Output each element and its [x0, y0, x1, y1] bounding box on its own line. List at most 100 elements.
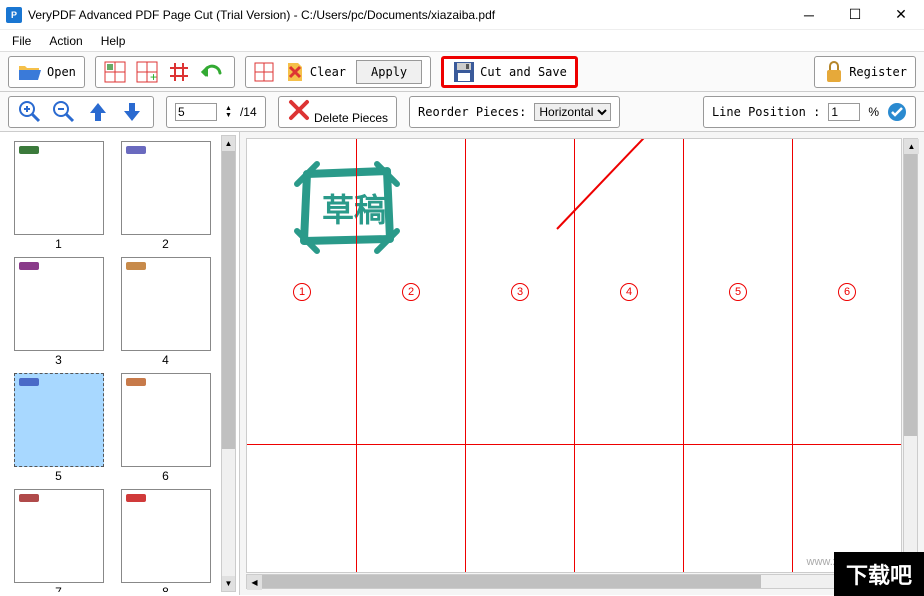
page-down-icon[interactable] — [119, 99, 145, 125]
group-reorder: Reorder Pieces: Horizontal — [409, 96, 620, 128]
cut-line-v[interactable] — [683, 139, 684, 572]
thumbnail-label: 4 — [162, 353, 169, 367]
thumbnail-page[interactable] — [121, 141, 211, 235]
group-page: ▲▼ /14 — [166, 96, 266, 128]
menu-action[interactable]: Action — [41, 32, 90, 50]
line-pos-input[interactable] — [828, 103, 860, 121]
cut-line-v[interactable] — [792, 139, 793, 572]
cut-line-v[interactable] — [574, 139, 575, 572]
close-button[interactable]: ✕ — [878, 0, 924, 30]
register-button[interactable]: Register — [823, 60, 907, 84]
delete-x-icon — [287, 98, 311, 122]
thumbnail-label: 5 — [55, 469, 62, 483]
page-spin-down[interactable]: ▼ — [225, 112, 232, 119]
thumbnail-page[interactable] — [14, 373, 104, 467]
zoom-in-icon[interactable] — [17, 99, 43, 125]
thumbnail[interactable]: 3 — [9, 257, 108, 367]
thumbnail[interactable]: 6 — [116, 373, 215, 483]
delete-pieces-button[interactable]: Delete Pieces — [287, 98, 388, 125]
menu-help[interactable]: Help — [93, 32, 134, 50]
group-grid-tools: + — [95, 56, 235, 88]
annotation-arrow — [547, 138, 677, 239]
titlebar: P VeryPDF Advanced PDF Page Cut (Trial V… — [0, 0, 924, 30]
delete-pieces-label: Delete Pieces — [314, 111, 388, 125]
thumbnail-page[interactable] — [121, 489, 211, 583]
canvas-vscroll[interactable]: ▲ ▼ — [903, 138, 918, 573]
apply-button[interactable]: Apply — [356, 60, 422, 84]
reorder-label: Reorder Pieces: — [418, 105, 526, 119]
thumbnail-badge — [126, 494, 146, 502]
zoom-out-icon[interactable] — [51, 99, 77, 125]
open-label: Open — [47, 65, 76, 79]
scroll-up-icon[interactable]: ▲ — [222, 136, 235, 151]
thumbnail[interactable]: 5 — [9, 373, 108, 483]
line-pos-label: Line Position : — [712, 105, 820, 119]
toolbar-secondary: ▲▼ /14 Delete Pieces Reorder Pieces: Hor… — [0, 92, 924, 132]
thumbnail[interactable]: 2 — [116, 141, 215, 251]
thumbnail-page[interactable] — [121, 257, 211, 351]
piece-number: 3 — [511, 283, 529, 301]
confirm-check-icon[interactable] — [887, 102, 907, 122]
canvas-hscroll[interactable]: ◀ ▶ — [246, 574, 902, 589]
page-spin-up[interactable]: ▲ — [225, 105, 232, 112]
scroll-down-icon[interactable]: ▼ — [222, 576, 235, 591]
clear-label: Clear — [310, 65, 346, 79]
thumbnail[interactable]: 1 — [9, 141, 108, 251]
piece-number: 1 — [293, 283, 311, 301]
thumbnail-page[interactable] — [14, 141, 104, 235]
grid-select-icon[interactable] — [104, 61, 126, 83]
group-line-pos: Line Position : % — [703, 96, 916, 128]
thumbnail-page[interactable] — [14, 489, 104, 583]
thumbnail[interactable]: 7 — [9, 489, 108, 592]
undo-icon[interactable] — [200, 61, 226, 83]
cut-line-v[interactable] — [465, 139, 466, 572]
minimize-button[interactable]: ─ — [786, 0, 832, 30]
thumbnail[interactable]: 8 — [116, 489, 215, 592]
group-cut-save: Cut and Save — [441, 56, 578, 88]
page-number-input[interactable] — [175, 103, 217, 121]
scroll-left-icon[interactable]: ◀ — [247, 575, 262, 590]
open-button[interactable]: Open — [17, 62, 76, 82]
page-canvas[interactable]: 草稿 1 2 3 4 5 6 www.xiazaiba.com — [246, 138, 902, 573]
main-canvas-area: 草稿 1 2 3 4 5 6 www.xiazaiba.com — [240, 132, 924, 595]
thumbnail-badge — [19, 146, 39, 154]
page-up-icon[interactable] — [85, 99, 111, 125]
maximize-button[interactable]: ☐ — [832, 0, 878, 30]
sidebar-scrollbar[interactable]: ▲ ▼ — [221, 135, 236, 592]
thumbnail-label: 1 — [55, 237, 62, 251]
scroll-thumb[interactable] — [262, 575, 761, 588]
grid-add-icon[interactable]: + — [136, 61, 158, 83]
content-area: 12345678 ▲ ▼ 草稿 — [0, 132, 924, 595]
thumbnail-badge — [19, 262, 39, 270]
thumbnail-sidebar: 12345678 ▲ ▼ — [0, 132, 240, 595]
page-total-label: /14 — [240, 105, 257, 119]
cut-and-save-button[interactable]: Cut and Save — [452, 60, 567, 84]
thumbnail-label: 7 — [55, 585, 62, 592]
thumbnail-badge — [19, 494, 39, 502]
download-logo: 下载吧 — [834, 552, 924, 596]
cut-line-v[interactable] — [356, 139, 357, 572]
draft-watermark: 草稿 — [292, 159, 402, 259]
clear-x-icon — [284, 61, 306, 83]
thumbnail-badge — [126, 146, 146, 154]
scroll-up-icon[interactable]: ▲ — [904, 139, 919, 154]
app-icon: P — [6, 7, 22, 23]
thumbnail-badge — [126, 262, 146, 270]
cut-line-h[interactable] — [247, 444, 901, 445]
thumbnail-page[interactable] — [14, 257, 104, 351]
clear-button[interactable]: Clear — [284, 61, 346, 83]
thumbnail-page[interactable] — [121, 373, 211, 467]
thumbnail[interactable]: 4 — [116, 257, 215, 367]
scroll-thumb[interactable] — [222, 151, 235, 449]
grid-small-icon[interactable] — [254, 62, 274, 82]
scroll-thumb[interactable] — [904, 154, 917, 436]
save-disk-icon — [452, 60, 476, 84]
thumbnail-badge — [126, 378, 146, 386]
reorder-select[interactable]: Horizontal — [534, 103, 611, 121]
grid-hash-icon[interactable] — [168, 61, 190, 83]
line-pos-unit: % — [868, 105, 879, 119]
group-clear-apply: Clear Apply — [245, 56, 431, 88]
piece-number: 6 — [838, 283, 856, 301]
svg-text:+: + — [150, 70, 157, 83]
menu-file[interactable]: File — [4, 32, 39, 50]
